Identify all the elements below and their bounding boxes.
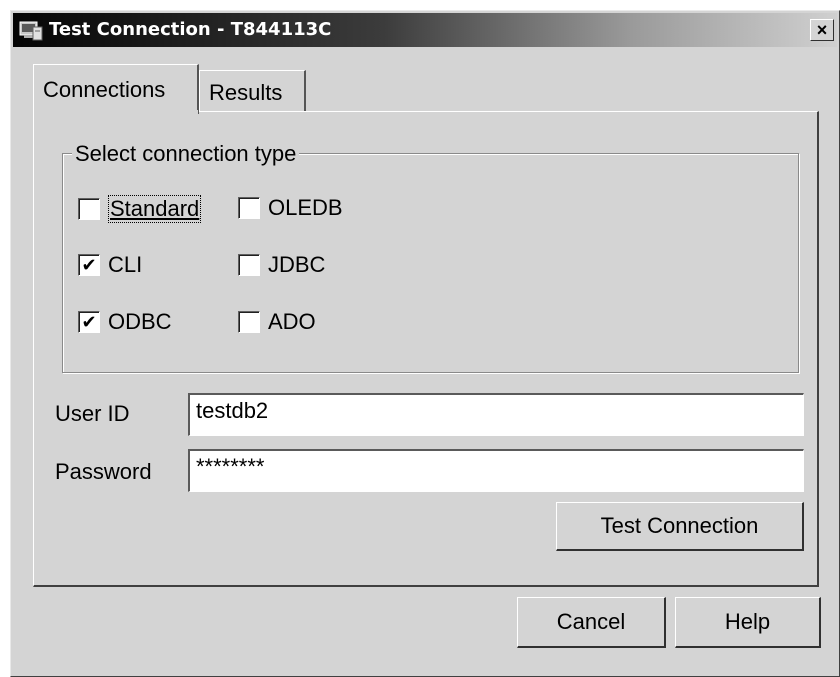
password-field[interactable]: ********	[188, 449, 804, 492]
help-button-label: Help	[724, 609, 771, 634]
test-connection-button[interactable]: Test Connection	[556, 502, 804, 551]
help-button[interactable]: Help	[675, 597, 821, 648]
connection-type-group	[62, 153, 799, 373]
tab-results[interactable]: Results	[199, 70, 306, 112]
user-id-label: User ID	[55, 401, 130, 426]
cancel-button-label: Cancel	[556, 609, 626, 634]
cli-checkbox[interactable]: ✔ CLI	[78, 252, 142, 278]
oledb-checkbox[interactable]: OLEDB	[238, 195, 343, 221]
close-button[interactable]: ×	[810, 19, 834, 41]
ado-checkbox-box[interactable]	[238, 311, 260, 333]
tab-results-label: Results	[209, 80, 283, 105]
test-connection-button-label: Test Connection	[600, 513, 759, 538]
cli-checkbox-label: CLI	[108, 252, 143, 277]
title-bar[interactable]: Test Connection - T844113C ×	[13, 13, 837, 47]
user-id-field[interactable]: testdb2	[188, 393, 804, 436]
computer-window-icon	[19, 20, 43, 42]
tab-connections-label: Connections	[43, 77, 166, 102]
connection-type-group-title: Select connection type	[72, 141, 300, 167]
odbc-checkbox[interactable]: ✔ ODBC	[78, 309, 172, 335]
standard-checkbox-label: Standard	[108, 195, 202, 223]
jdbc-checkbox-label: JDBC	[268, 252, 326, 277]
oledb-checkbox-box[interactable]	[238, 197, 260, 219]
tab-connections[interactable]: Connections	[33, 64, 199, 114]
jdbc-checkbox-box[interactable]	[238, 254, 260, 276]
checkmark-icon[interactable]: ✔	[78, 311, 100, 333]
odbc-checkbox-label: ODBC	[108, 309, 172, 334]
standard-checkbox-box[interactable]	[78, 198, 100, 220]
close-icon: ×	[816, 20, 828, 40]
oledb-checkbox-label: OLEDB	[268, 195, 343, 220]
window-title: Test Connection - T844113C	[49, 19, 332, 40]
standard-checkbox[interactable]: Standard	[78, 195, 202, 223]
cancel-button[interactable]: Cancel	[517, 597, 666, 648]
password-label: Password	[55, 459, 152, 484]
ado-checkbox[interactable]: ADO	[238, 309, 316, 335]
tab-join	[34, 110, 198, 114]
jdbc-checkbox[interactable]: JDBC	[238, 252, 325, 278]
checkmark-icon[interactable]: ✔	[78, 254, 100, 276]
ado-checkbox-label: ADO	[268, 309, 316, 334]
